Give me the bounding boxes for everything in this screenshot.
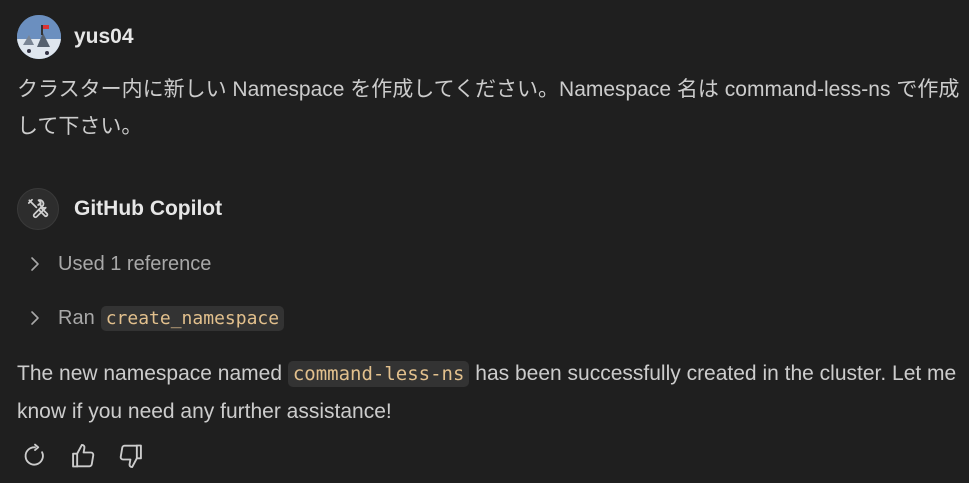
user-message: クラスター内に新しい Namespace を作成してください。Namespace… [17, 78, 960, 138]
chevron-right-icon [28, 308, 42, 328]
user-avatar [17, 15, 61, 59]
user-name: yus04 [74, 25, 134, 48]
answer-prefix: The new namespace named [17, 362, 282, 385]
ran-tool-name: create_namespace [100, 305, 285, 331]
assistant-answer: The new namespace named command-less-ns … [17, 355, 962, 430]
chevron-right-icon [28, 254, 42, 274]
thumbs-down-icon[interactable] [116, 440, 146, 472]
assistant-header: GitHub Copilot [17, 187, 222, 231]
chat-panel: yus04 クラスター内に新しい Namespace を作成してください。Nam… [0, 0, 969, 483]
used-references-label: Used 1 reference [58, 252, 212, 275]
assistant-name: GitHub Copilot [74, 197, 223, 220]
user-header: yus04 [17, 14, 134, 60]
answer-namespace-code: command-less-ns [287, 361, 470, 387]
retry-icon[interactable] [20, 440, 50, 472]
tools-icon [17, 188, 59, 230]
used-references-toggle[interactable]: Used 1 reference [28, 249, 211, 279]
ran-tool-toggle[interactable]: Ran create_namespace [28, 303, 285, 333]
response-actions [20, 440, 146, 472]
avatar-image [17, 15, 61, 59]
ran-label: Ran [58, 306, 95, 329]
thumbs-up-icon[interactable] [68, 440, 98, 472]
